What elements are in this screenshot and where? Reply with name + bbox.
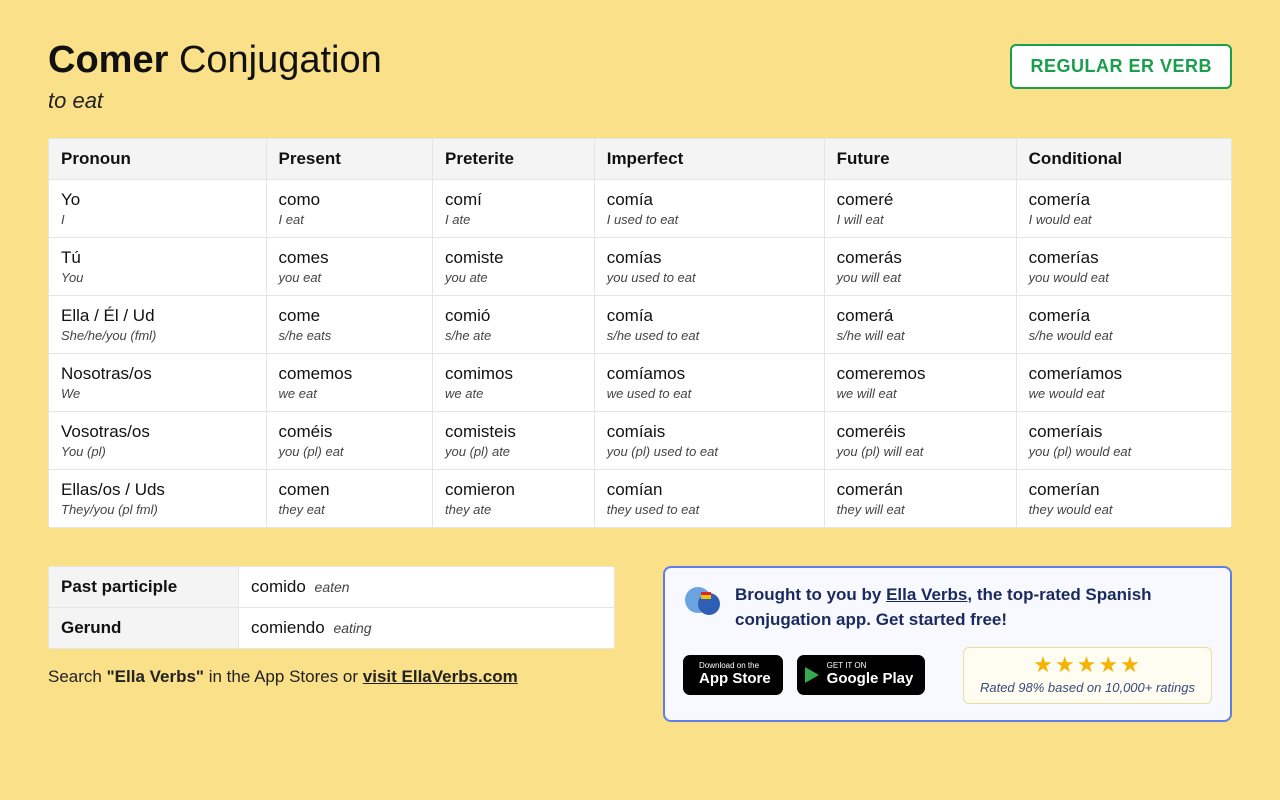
pronoun-cell: TúYou [49,237,267,295]
col-present: Present [266,138,432,179]
app-store-button[interactable]: Download on the App Store [683,655,783,695]
present-cell: comenthey eat [266,469,432,527]
rating-box: ★★★★★ Rated 98% based on 10,000+ ratings [963,647,1212,704]
conditional-cell: comeríamoswe would eat [1016,353,1231,411]
preterite-cell: comieronthey ate [433,469,595,527]
table-row: Past participle comido eaten [49,566,615,607]
future-cell: comeránthey will eat [824,469,1016,527]
gerund-value: comiendo eating [239,607,615,648]
google-play-button[interactable]: GET IT ON Google Play [797,655,926,695]
pronoun-cell: Nosotras/osWe [49,353,267,411]
col-preterite: Preterite [433,138,595,179]
imperfect-cell: comíaisyou (pl) used to eat [594,411,824,469]
title-suffix: Conjugation [179,39,382,81]
gerund-label: Gerund [49,607,239,648]
future-cell: comeremoswe will eat [824,353,1016,411]
page-title: Comer Conjugation [48,38,382,84]
promo-box: Brought to you by Ella Verbs, the top-ra… [663,566,1232,722]
conditional-cell: comeríaI would eat [1016,179,1231,237]
pronoun-cell: Vosotras/osYou (pl) [49,411,267,469]
visit-link[interactable]: visit EllaVerbs.com [363,667,518,686]
future-cell: comerás/he will eat [824,295,1016,353]
verb-type-badge: REGULAR ER VERB [1010,44,1232,89]
google-play-icon [805,667,819,683]
col-imperfect: Imperfect [594,138,824,179]
imperfect-cell: comías/he used to eat [594,295,824,353]
preterite-cell: comiós/he ate [433,295,595,353]
conditional-cell: comeríasyou would eat [1016,237,1231,295]
conditional-cell: comeríanthey would eat [1016,469,1231,527]
table-header-row: Pronoun Present Preterite Imperfect Futu… [49,138,1232,179]
imperfect-cell: comíasyou used to eat [594,237,824,295]
imperfect-cell: comíamoswe used to eat [594,353,824,411]
app-logo-icon [683,582,723,622]
preterite-cell: comisteyou ate [433,237,595,295]
past-participle-label: Past participle [49,566,239,607]
search-hint: Search "Ella Verbs" in the App Stores or… [48,667,615,687]
col-conditional: Conditional [1016,138,1231,179]
present-cell: coméisyou (pl) eat [266,411,432,469]
table-row: Vosotras/osYou (pl)coméisyou (pl) eatcom… [49,411,1232,469]
star-icons: ★★★★★ [980,654,1195,676]
table-row: Ellas/os / UdsThey/you (pl fml)comenthey… [49,469,1232,527]
present-cell: comes/he eats [266,295,432,353]
verb-name: Comer [48,39,168,81]
promo-text: Brought to you by Ella Verbs, the top-ra… [735,582,1212,633]
table-row: Ella / Él / UdShe/he/you (fml)comes/he e… [49,295,1232,353]
conditional-cell: comeríaisyou (pl) would eat [1016,411,1231,469]
table-row: Gerund comiendo eating [49,607,615,648]
verb-meaning: to eat [48,88,382,114]
present-cell: comoI eat [266,179,432,237]
rating-text: Rated 98% based on 10,000+ ratings [980,680,1195,695]
col-pronoun: Pronoun [49,138,267,179]
imperfect-cell: comíaI used to eat [594,179,824,237]
pronoun-cell: YoI [49,179,267,237]
present-cell: comemoswe eat [266,353,432,411]
col-future: Future [824,138,1016,179]
pronoun-cell: Ellas/os / UdsThey/you (pl fml) [49,469,267,527]
conjugation-table: Pronoun Present Preterite Imperfect Futu… [48,138,1232,528]
imperfect-cell: comíanthey used to eat [594,469,824,527]
preterite-cell: comisteisyou (pl) ate [433,411,595,469]
future-cell: comeréisyou (pl) will eat [824,411,1016,469]
past-participle-value: comido eaten [239,566,615,607]
table-row: YoIcomoI eatcomíI atecomíaI used to eatc… [49,179,1232,237]
future-cell: comeréI will eat [824,179,1016,237]
pronoun-cell: Ella / Él / UdShe/he/you (fml) [49,295,267,353]
forms-table: Past participle comido eaten Gerund comi… [48,566,615,649]
preterite-cell: comimoswe ate [433,353,595,411]
conditional-cell: comerías/he would eat [1016,295,1231,353]
table-row: TúYoucomesyou eatcomisteyou atecomíasyou… [49,237,1232,295]
future-cell: comerásyou will eat [824,237,1016,295]
preterite-cell: comíI ate [433,179,595,237]
table-row: Nosotras/osWecomemoswe eatcomimoswe atec… [49,353,1232,411]
present-cell: comesyou eat [266,237,432,295]
brand-link[interactable]: Ella Verbs [886,585,967,604]
